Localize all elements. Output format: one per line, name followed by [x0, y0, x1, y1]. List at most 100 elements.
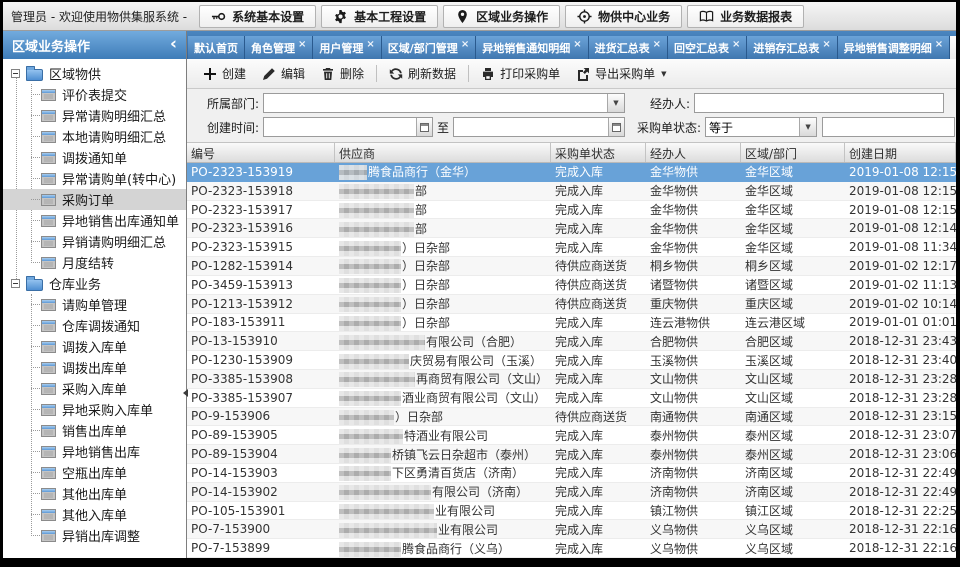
close-icon[interactable]: × [732, 40, 740, 50]
date-to-field[interactable] [453, 117, 625, 137]
collapse-toggle-icon[interactable] [11, 279, 20, 288]
toolbar-button[interactable]: 导出采购单 ▼ [568, 62, 674, 85]
column-header[interactable]: 创建日期 [845, 143, 956, 162]
top-menu-button[interactable]: 系统基本设置 [199, 5, 316, 28]
tree-folder[interactable]: 仓库业务 [3, 273, 186, 294]
table-row[interactable]: PO-2323-153918 部 完成入库 金华物供 金华区域 2019-01-… [187, 182, 956, 201]
collapse-chevron-icon[interactable]: ‹ [170, 36, 177, 53]
tab[interactable]: 进货汇总表 × [589, 36, 668, 59]
table-row[interactable]: PO-3385-153907 酒业商贸有限公司（文山） 完成入库 文山物供 文山… [187, 389, 956, 408]
calendar-icon[interactable] [416, 118, 432, 136]
tree-item[interactable]: 采购订单 [3, 189, 186, 210]
tree-folder[interactable]: 区域物供 [3, 63, 186, 84]
tab[interactable]: 用户管理 × [313, 36, 381, 59]
close-icon[interactable]: × [822, 40, 830, 50]
splitter-collapse-arrow-icon[interactable] [183, 389, 188, 397]
top-menu-button[interactable]: 业务数据报表 [687, 5, 804, 28]
column-header[interactable]: 经办人 [646, 143, 741, 162]
department-input[interactable] [264, 94, 607, 112]
table-row[interactable]: PO-2323-153919 腾食品商行（金华） 完成入库 金华物供 金华区域 … [187, 163, 956, 182]
close-icon[interactable]: × [461, 40, 469, 50]
table-row[interactable]: PO-7-153899 腾食品商行（义乌） 完成入库 义乌物供 义乌区域 201… [187, 539, 956, 558]
column-header[interactable]: 供应商 [335, 143, 551, 162]
tab[interactable]: 默认首页 [188, 36, 245, 59]
close-icon[interactable]: × [298, 40, 306, 50]
tree-item[interactable]: 空瓶出库单 [3, 462, 186, 483]
tab[interactable]: 回空汇总表 × [668, 36, 747, 59]
table-row[interactable]: PO-89-153905 特酒业有限公司 完成入库 泰州物供 泰州区域 2018… [187, 426, 956, 445]
tab[interactable]: 异地销售调整明细 × [838, 36, 950, 59]
redacted-blur [339, 316, 401, 331]
toolbar-button[interactable]: 创建 [195, 62, 254, 85]
tree-item[interactable]: 请购单管理 [3, 294, 186, 315]
tree-item[interactable]: 异地销售出库通知单 [3, 210, 186, 231]
tab[interactable]: 异地销售通知明细 × [476, 36, 588, 59]
cell-status: 完成入库 [551, 446, 646, 463]
column-header[interactable]: 采购单状态 [551, 143, 646, 162]
status-value-input[interactable] [822, 117, 955, 137]
chevron-down-icon[interactable]: ▼ [799, 118, 816, 136]
tree-item[interactable]: 异地采购入库单 [3, 399, 186, 420]
table-row[interactable]: PO-183-153911 ）日杂部 完成入库 连云港物供 连云港区域 2019… [187, 314, 956, 333]
tree-item[interactable]: 销售出库单 [3, 420, 186, 441]
tree-item[interactable]: 采购入库单 [3, 378, 186, 399]
tree-item[interactable]: 调拨出库单 [3, 357, 186, 378]
toolbar-button[interactable]: 删除 [313, 62, 372, 85]
close-icon[interactable]: × [653, 40, 661, 50]
tree-item[interactable]: 月度结转 [3, 252, 186, 273]
table-row[interactable]: PO-3385-153908 再商贸有限公司（文山） 完成入库 文山物供 文山区… [187, 370, 956, 389]
date-from-input[interactable] [264, 118, 416, 136]
close-icon[interactable]: × [366, 40, 374, 50]
toolbar-button[interactable]: 编辑 [254, 62, 313, 85]
table-row[interactable]: PO-3459-153913 ）日杂部 待供应商送货 诸暨物供 诸暨区域 201… [187, 276, 956, 295]
column-header[interactable]: 区域/部门 [741, 143, 845, 162]
table-row[interactable]: PO-89-153904 桥镇飞云日杂超市（泰州） 完成入库 泰州物供 泰州区域… [187, 445, 956, 464]
date-to-input[interactable] [454, 118, 608, 136]
table-row[interactable]: PO-1230-153909 庆贸易有限公司（玉溪） 完成入库 玉溪物供 玉溪区… [187, 351, 956, 370]
close-icon[interactable]: × [573, 40, 581, 50]
toolbar-button[interactable]: 刷新数据 [381, 62, 464, 85]
top-menu-button[interactable]: 区域业务操作 [443, 5, 560, 28]
tree-group: 区域物供 评价表提交 异常请购明细汇总 本地请购明细汇总 调拨通知单 异常请购单… [3, 63, 186, 273]
table-row[interactable]: PO-105-153901 业有限公司 完成入库 镇江物供 镇江区域 2018-… [187, 502, 956, 521]
tree-item[interactable]: 异常请购单(转中心) [3, 168, 186, 189]
calendar-icon[interactable] [608, 118, 624, 136]
tree-item[interactable]: 异销出库调整 [3, 525, 186, 546]
chevron-down-icon[interactable]: ▼ [607, 94, 624, 112]
table-row[interactable]: PO-1213-153912 ）日杂部 待供应商送货 重庆物供 重庆区域 201… [187, 295, 956, 314]
status-operator-select[interactable]: ▼ [705, 117, 817, 137]
tree-item[interactable]: 其他出库单 [3, 483, 186, 504]
tree-item[interactable]: 本地请购明细汇总 [3, 126, 186, 147]
date-from-field[interactable] [263, 117, 433, 137]
table-row[interactable]: PO-14-153903 下区勇清百货店（济南） 完成入库 济南物供 济南区域 … [187, 464, 956, 483]
toolbar-button[interactable]: 打印采购单 [473, 62, 568, 85]
tree-item[interactable]: 调拨通知单 [3, 147, 186, 168]
tab[interactable]: 采购订单 × [950, 36, 956, 59]
tab[interactable]: 角色管理 × [245, 36, 313, 59]
table-row[interactable]: PO-7-153900 业有限公司 完成入库 义乌物供 义乌区域 2018-12… [187, 520, 956, 539]
tree-item[interactable]: 仓库调拨通知 [3, 315, 186, 336]
table-row[interactable]: PO-1282-153914 ）日杂部 待供应商送货 桐乡物供 桐乡区域 201… [187, 257, 956, 276]
top-menu-button[interactable]: 基本工程设置 [321, 5, 438, 28]
status-operator-value[interactable] [706, 118, 799, 136]
tree-item[interactable]: 评价表提交 [3, 84, 186, 105]
table-row[interactable]: PO-2323-153915 ）日杂部 完成入库 金华物供 金华区域 2019-… [187, 238, 956, 257]
table-row[interactable]: PO-14-153902 有限公司（济南） 完成入库 济南物供 济南区域 201… [187, 483, 956, 502]
tree-item[interactable]: 异销请购明细汇总 [3, 231, 186, 252]
table-row[interactable]: PO-2323-153916 部 完成入库 金华物供 金华区域 2019-01-… [187, 219, 956, 238]
collapse-toggle-icon[interactable] [11, 69, 20, 78]
handler-input[interactable] [694, 93, 944, 113]
table-row[interactable]: PO-9-153906 ）日杂部 待供应商送货 南通物供 南通区域 2018-1… [187, 408, 956, 427]
table-row[interactable]: PO-13-153910 有限公司（合肥） 完成入库 合肥物供 合肥区域 201… [187, 332, 956, 351]
tree-item[interactable]: 异地销售出库 [3, 441, 186, 462]
tab[interactable]: 进销存汇总表 × [747, 36, 837, 59]
table-row[interactable]: PO-2323-153917 部 完成入库 金华物供 金华区域 2019-01-… [187, 201, 956, 220]
close-icon[interactable]: × [935, 40, 943, 50]
tree-item[interactable]: 调拨入库单 [3, 336, 186, 357]
tree-item[interactable]: 其他入库单 [3, 504, 186, 525]
department-select[interactable]: ▼ [263, 93, 625, 113]
tree-item[interactable]: 异常请购明细汇总 [3, 105, 186, 126]
tab[interactable]: 区域/部门管理 × [382, 36, 476, 59]
column-header[interactable]: 编号 [187, 143, 335, 162]
top-menu-button[interactable]: 物供中心业务 [565, 5, 682, 28]
